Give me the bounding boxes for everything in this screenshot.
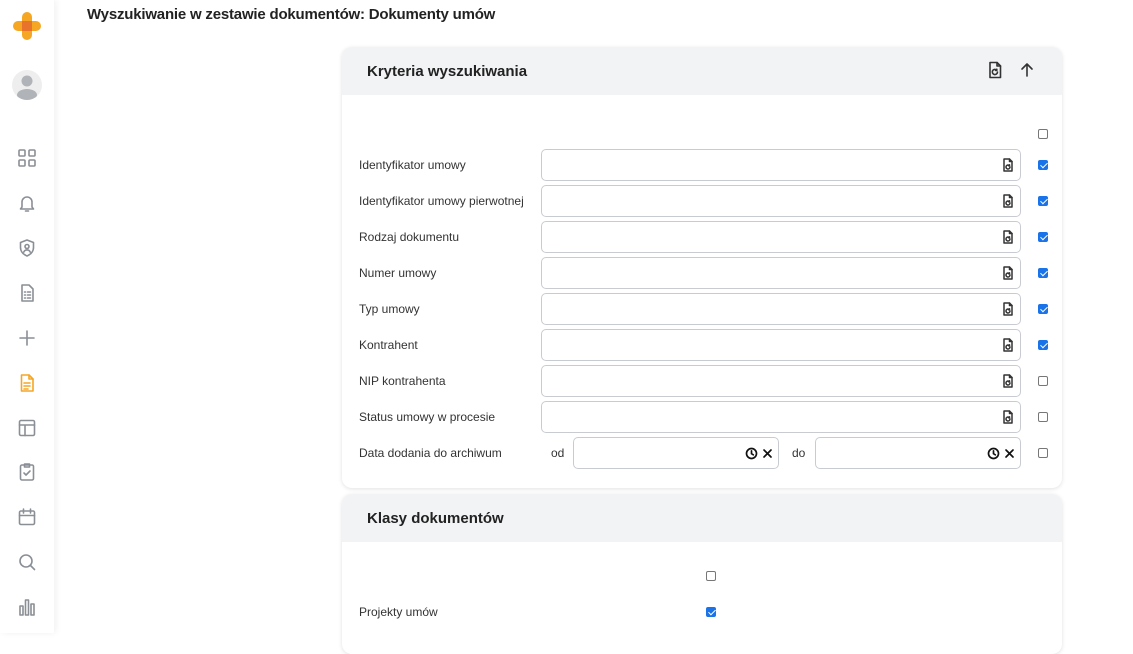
classes-header: Klasy dokumentów — [342, 494, 1062, 542]
criteria-panel: Kryteria wyszukiwania Identyfikator umow… — [342, 47, 1062, 488]
criteria-row: Typ umowy — [342, 293, 1062, 325]
criteria-checkbox[interactable] — [1038, 268, 1048, 278]
date-field-checkbox[interactable] — [1038, 448, 1048, 458]
criteria-row: Numer umowy — [342, 257, 1062, 289]
shield-icon[interactable] — [15, 236, 39, 260]
avatar[interactable] — [12, 70, 42, 100]
layout-icon[interactable] — [15, 416, 39, 440]
arrow-up-icon[interactable] — [1018, 61, 1036, 79]
criteria-input[interactable] — [541, 293, 1021, 325]
classes-title: Klasy dokumentów — [367, 509, 504, 527]
reset-document-icon[interactable] — [1001, 374, 1015, 388]
criteria-label: Identyfikator umowy pierwotnej — [359, 194, 524, 208]
class-checkbox[interactable] — [706, 607, 716, 617]
criteria-row: Rodzaj dokumentu — [342, 221, 1062, 253]
criteria-input[interactable] — [541, 149, 1021, 181]
plus-logo-icon[interactable] — [11, 10, 43, 42]
criteria-title: Kryteria wyszukiwania — [367, 62, 528, 80]
select-all-checkbox[interactable] — [1038, 129, 1048, 139]
criteria-label: Typ umowy — [359, 302, 420, 316]
reset-document-icon[interactable] — [1001, 158, 1015, 172]
date-range-row: Data dodania do archiwum od do — [342, 437, 1062, 469]
reset-document-icon[interactable] — [986, 61, 1004, 79]
document-icon[interactable] — [15, 371, 39, 395]
bar-chart-icon[interactable] — [15, 595, 39, 619]
select-all-row — [342, 118, 1062, 150]
criteria-label: Kontrahent — [359, 338, 418, 352]
sidebar — [0, 0, 54, 633]
class-label: Projekty umów — [359, 605, 438, 619]
reset-document-icon[interactable] — [1001, 338, 1015, 352]
search-icon[interactable] — [15, 550, 39, 574]
criteria-input[interactable] — [541, 365, 1021, 397]
criteria-label: Numer umowy — [359, 266, 437, 280]
dashboard-icon[interactable] — [15, 146, 39, 170]
reset-document-icon[interactable] — [1001, 194, 1015, 208]
criteria-checkbox[interactable] — [1038, 304, 1048, 314]
criteria-label: NIP kontrahenta — [359, 374, 446, 388]
date-to-label: do — [792, 446, 806, 460]
criteria-label: Status umowy w procesie — [359, 410, 496, 424]
criteria-label: Rodzaj dokumentu — [359, 230, 460, 244]
clear-icon[interactable] — [1003, 447, 1016, 460]
calendar-icon[interactable] — [15, 505, 39, 529]
page-title: Wyszukiwanie w zestawie dokumentów: Doku… — [87, 6, 496, 23]
criteria-checkbox[interactable] — [1038, 196, 1048, 206]
classes-select-all-row — [342, 560, 1062, 592]
criteria-checkbox[interactable] — [1038, 376, 1048, 386]
clear-icon[interactable] — [761, 447, 774, 460]
criteria-checkbox[interactable] — [1038, 412, 1048, 422]
classes-select-all-checkbox[interactable] — [706, 571, 716, 581]
checklist-document-icon[interactable] — [15, 281, 39, 305]
classes-panel: Klasy dokumentów Projekty umów — [342, 494, 1062, 654]
criteria-row: Identyfikator umowy — [342, 149, 1062, 181]
criteria-header: Kryteria wyszukiwania — [342, 47, 1062, 95]
bell-icon[interactable] — [15, 191, 39, 215]
criteria-checkbox[interactable] — [1038, 232, 1048, 242]
criteria-input[interactable] — [541, 401, 1021, 433]
criteria-input[interactable] — [541, 329, 1021, 361]
criteria-row: NIP kontrahenta — [342, 365, 1062, 397]
date-from-input[interactable] — [573, 437, 779, 469]
criteria-input[interactable] — [541, 257, 1021, 289]
class-row: Projekty umów — [342, 596, 1062, 628]
reset-document-icon[interactable] — [1001, 266, 1015, 280]
clipboard-check-icon[interactable] — [15, 460, 39, 484]
clock-icon[interactable] — [987, 447, 1000, 460]
plus-icon[interactable] — [15, 326, 39, 350]
criteria-checkbox[interactable] — [1038, 340, 1048, 350]
criteria-row: Status umowy w procesie — [342, 401, 1062, 433]
reset-document-icon[interactable] — [1001, 230, 1015, 244]
date-from-label: od — [551, 446, 565, 460]
clock-icon[interactable] — [745, 447, 758, 460]
criteria-checkbox[interactable] — [1038, 160, 1048, 170]
reset-document-icon[interactable] — [1001, 302, 1015, 316]
criteria-row: Kontrahent — [342, 329, 1062, 361]
criteria-row: Identyfikator umowy pierwotnej — [342, 185, 1062, 217]
reset-document-icon[interactable] — [1001, 410, 1015, 424]
criteria-label: Identyfikator umowy — [359, 158, 466, 172]
criteria-input[interactable] — [541, 221, 1021, 253]
date-field-label: Data dodania do archiwum — [359, 446, 502, 460]
criteria-input[interactable] — [541, 185, 1021, 217]
date-to-input[interactable] — [815, 437, 1021, 469]
